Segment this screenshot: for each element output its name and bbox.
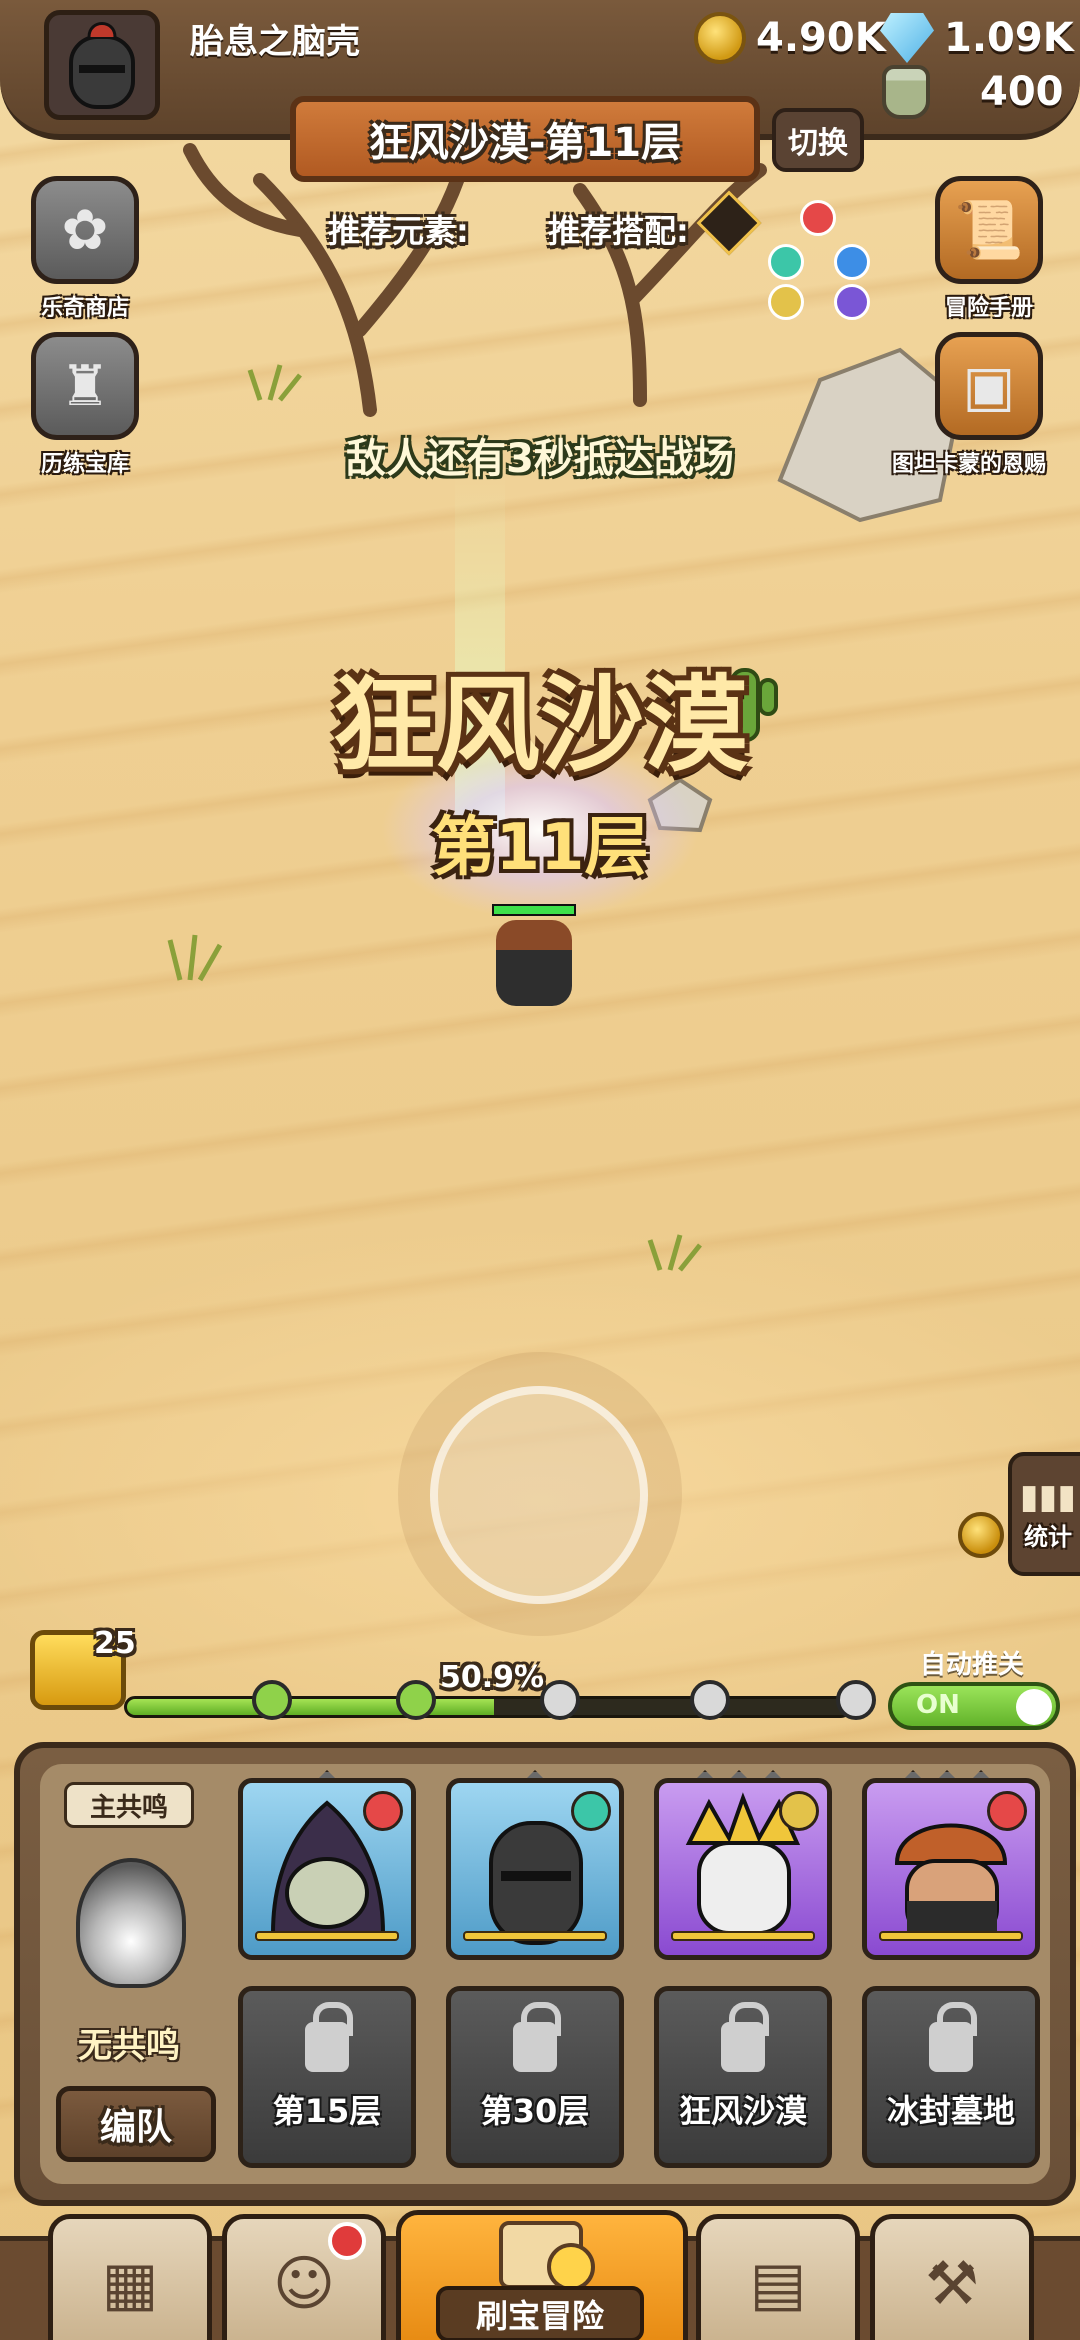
toggle-knob bbox=[1016, 1689, 1052, 1725]
backpack-icon: ▤ bbox=[749, 2249, 807, 2319]
auto-advance-toggle[interactable]: ON bbox=[888, 1682, 1060, 1730]
progress-percent: 50.9% bbox=[440, 1660, 545, 1695]
locked-slot-label: 第30层 bbox=[480, 2092, 590, 2130]
gem-value: 1.09K bbox=[944, 15, 1074, 61]
nav-bag-button[interactable]: ▤ bbox=[696, 2214, 860, 2340]
player-hero-sprite bbox=[496, 920, 572, 1006]
wind-element-icon bbox=[768, 244, 804, 280]
joystick-thumb[interactable] bbox=[430, 1386, 648, 1604]
recommend-combo-label: 推荐搭配: bbox=[548, 212, 689, 250]
stage-progress-bar bbox=[124, 1696, 852, 1718]
nav-shop-button[interactable]: ▦ bbox=[48, 2214, 212, 2340]
hero-level-bar bbox=[255, 1931, 399, 1941]
player-avatar[interactable] bbox=[44, 10, 160, 120]
element-icons[interactable] bbox=[768, 200, 878, 320]
recommend-element-label: 推荐元素: bbox=[328, 212, 469, 250]
locked-slot-floor-15[interactable]: 第15层 bbox=[238, 1986, 416, 2168]
fire-element-icon bbox=[363, 1791, 403, 1831]
hammer-icon: ⚒ bbox=[925, 2249, 979, 2319]
key-milestone-icon bbox=[396, 1680, 436, 1720]
hero-card-skull-witch[interactable] bbox=[238, 1778, 416, 1960]
gold-coin-icon bbox=[694, 12, 746, 64]
fire-element-icon bbox=[800, 200, 836, 236]
locked-slot-label: 狂风沙漠 bbox=[678, 2092, 807, 2130]
locked-slot-label: 第15层 bbox=[272, 2092, 382, 2130]
flower-icon: ✿ bbox=[31, 176, 139, 284]
hero-level-bar bbox=[671, 1931, 815, 1941]
lock-icon bbox=[513, 2002, 561, 2072]
storefront-icon: ▦ bbox=[101, 2249, 159, 2319]
helmet-icon bbox=[69, 22, 135, 109]
handbook-label: 冒险手册 bbox=[944, 296, 1033, 321]
main-resonance-tag: 主共鸣 bbox=[64, 1782, 194, 1828]
side-button-shop[interactable]: ✿ 乐奇商店 bbox=[30, 176, 140, 322]
potion-value: 400 bbox=[980, 69, 1064, 115]
bar-chart-icon: ▮▮▮ bbox=[1019, 1476, 1077, 1517]
stage-banner: 狂风沙漠-第11层 bbox=[290, 96, 760, 182]
hero-level-bar bbox=[463, 1931, 607, 1941]
switch-stage-button[interactable]: 切换 bbox=[772, 108, 864, 172]
shop-label: 乐奇商店 bbox=[40, 296, 129, 321]
zone-title: 狂风沙漠 bbox=[331, 664, 748, 786]
locked-slot-label: 冰封墓地 bbox=[886, 2092, 1015, 2130]
fire-element-icon bbox=[987, 1791, 1027, 1831]
locked-slot-frozen-tomb[interactable]: 冰封墓地 bbox=[862, 1986, 1040, 2168]
notification-dot bbox=[328, 2222, 366, 2260]
stats-label: 统计 bbox=[1024, 1522, 1072, 1551]
hero-level-bar bbox=[879, 1931, 1023, 1941]
hero-head-icon: ☺ bbox=[272, 2249, 336, 2319]
gold-counter[interactable]: 4.90K bbox=[694, 12, 886, 64]
nav-adventure-label: 刷宝冒险 bbox=[436, 2286, 644, 2340]
wind-element-icon bbox=[571, 1791, 611, 1831]
light-element-icon bbox=[779, 1791, 819, 1831]
hero-health-fill bbox=[494, 906, 574, 914]
formation-button[interactable]: 编队 bbox=[56, 2086, 216, 2162]
key-milestone-icon bbox=[836, 1680, 876, 1720]
water-element-icon bbox=[834, 244, 870, 280]
auto-advance-label: 自动推关 bbox=[920, 1650, 1025, 1680]
toggle-on-text: ON bbox=[916, 1690, 960, 1720]
locked-slot-desert[interactable]: 狂风沙漠 bbox=[654, 1986, 832, 2168]
hero-card-crowned-king[interactable] bbox=[654, 1778, 832, 1960]
stage-title: 狂风沙漠-第11层 bbox=[368, 120, 682, 166]
diamond-icon bbox=[880, 13, 934, 63]
gold-value: 4.90K bbox=[756, 15, 886, 61]
hero-health-bar bbox=[492, 904, 576, 916]
key-milestone-icon bbox=[540, 1680, 580, 1720]
lock-icon bbox=[305, 2002, 353, 2072]
stats-coin-icon bbox=[958, 1512, 1004, 1558]
nav-forge-button[interactable]: ⚒ bbox=[870, 2214, 1034, 2340]
locked-slot-floor-30[interactable]: 第30层 bbox=[446, 1986, 624, 2168]
resonance-status: 无共鸣 bbox=[78, 2026, 180, 2066]
vault-icon: ♜ bbox=[31, 332, 139, 440]
hero-card-turban-warrior[interactable] bbox=[862, 1778, 1040, 1960]
potion-bottle-icon bbox=[882, 65, 930, 119]
stage-progress-fill bbox=[127, 1699, 495, 1715]
lock-icon bbox=[929, 2002, 977, 2072]
gem-counter[interactable]: 1.09K bbox=[880, 12, 1074, 64]
chest-count: 25 bbox=[94, 1626, 136, 1661]
resonance-flame-icon bbox=[76, 1858, 186, 1988]
stats-button[interactable]: ▮▮▮ 统计 bbox=[1008, 1452, 1080, 1576]
player-name: 胎息之脑壳 bbox=[190, 22, 360, 62]
enemy-countdown: 敌人还有3秒抵达战场 bbox=[346, 436, 734, 482]
side-button-handbook[interactable]: 📜 冒险手册 bbox=[934, 176, 1044, 322]
dark-element-icon bbox=[834, 284, 870, 320]
treasure-chest-icon: ▣ bbox=[935, 332, 1043, 440]
potion-counter[interactable]: 400 bbox=[882, 65, 1064, 119]
key-milestone-icon bbox=[252, 1680, 292, 1720]
scroll-icon: 📜 bbox=[935, 176, 1043, 284]
floor-title: 第11层 bbox=[431, 811, 649, 885]
key-milestone-icon bbox=[690, 1680, 730, 1720]
hero-card-dark-knight[interactable] bbox=[446, 1778, 624, 1960]
lock-icon bbox=[721, 2002, 769, 2072]
light-element-icon bbox=[768, 284, 804, 320]
